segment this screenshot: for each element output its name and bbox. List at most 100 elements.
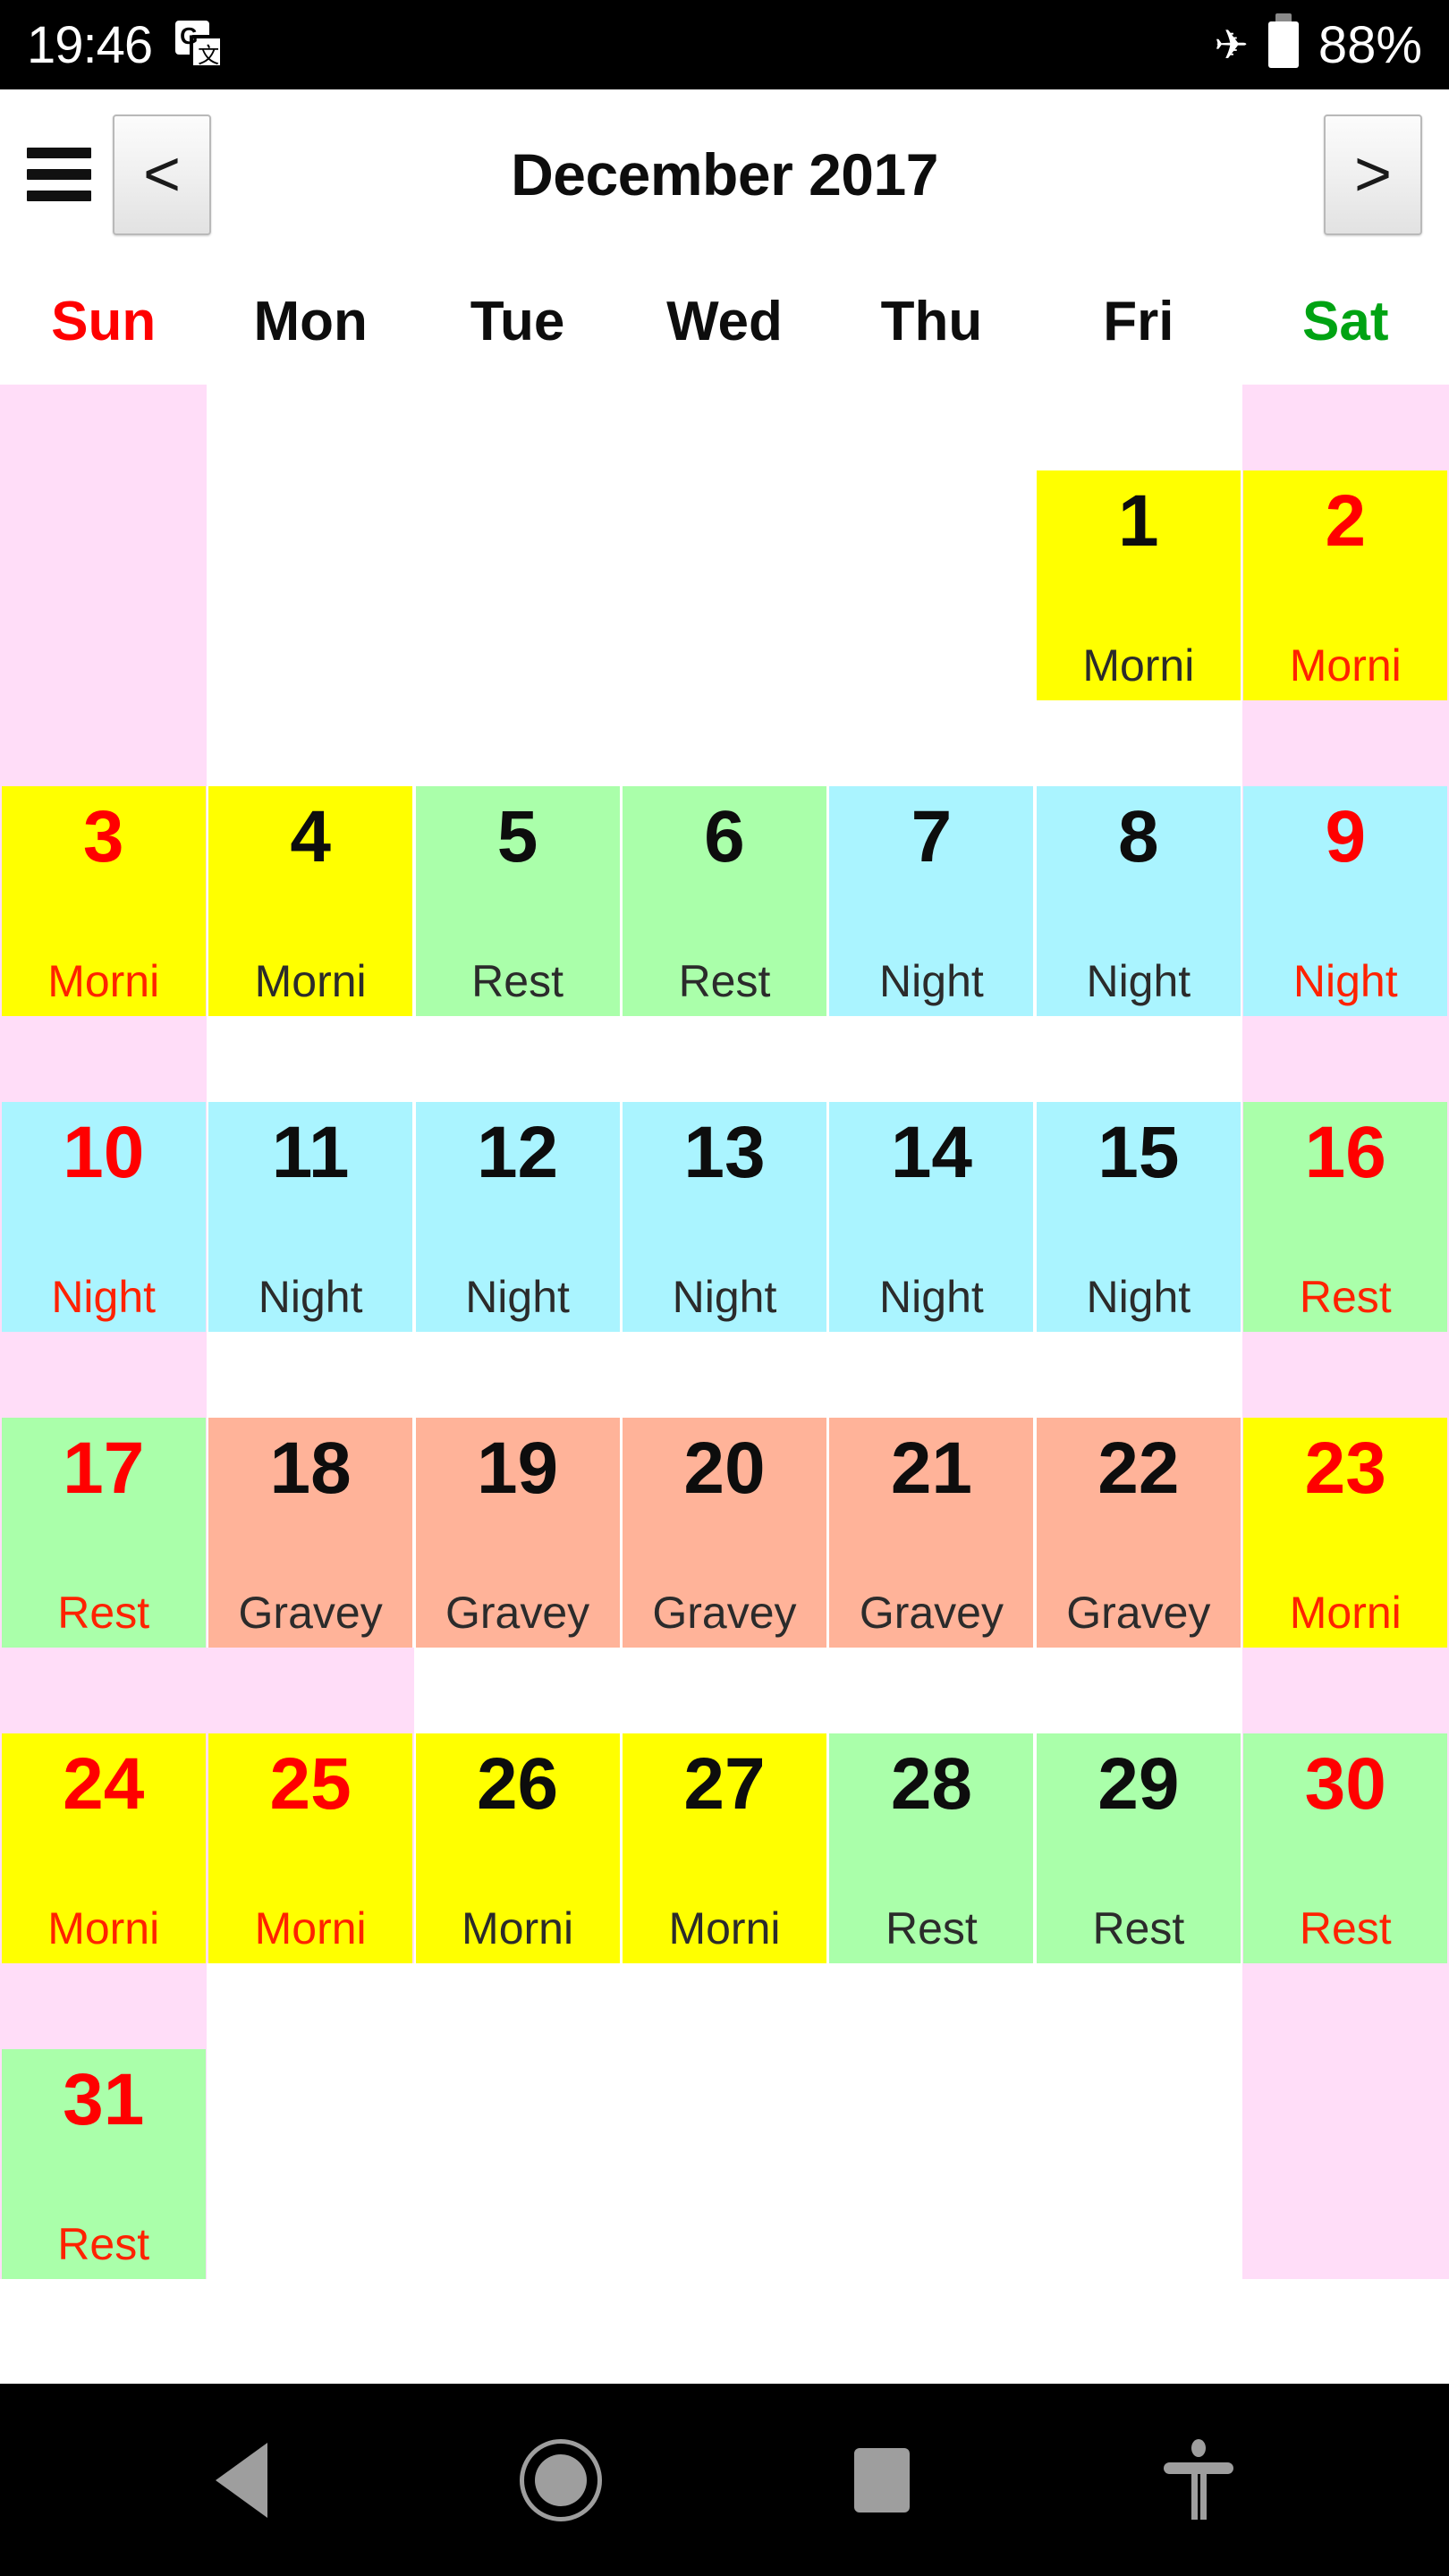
weekday-header-sat: Sat [1302, 291, 1389, 352]
calendar-grid: 1 Morni 2 Morni 3 Morni 4 Morni 5 Rest 6 Rest 7 Night… [0, 385, 1449, 2279]
day-shift-box: 5 Rest [415, 786, 620, 1016]
calendar-day-cell[interactable]: 8 Night [1035, 700, 1241, 1016]
status-bar-right-group: ✈ 88% [1214, 13, 1422, 75]
day-shift-box: 28 Rest [829, 1733, 1034, 1963]
hamburger-menu-icon[interactable] [27, 148, 91, 201]
calendar-day-cell[interactable]: 16 Rest [1241, 1016, 1449, 1332]
day-shift-label: Rest [1299, 1903, 1392, 1953]
day-number: 2 [1325, 480, 1367, 562]
back-triangle-icon[interactable] [216, 2442, 267, 2518]
day-number: 29 [1097, 1743, 1180, 1825]
calendar-day-cell[interactable]: 27 Morni [621, 1648, 827, 1963]
recents-square-icon[interactable] [854, 2447, 910, 2512]
calendar-day-cell[interactable]: 3 Morni [0, 700, 208, 1016]
day-shift-label: Morni [47, 956, 160, 1006]
airplane-mode-icon: ✈ [1214, 21, 1249, 68]
calendar-blank-cell [621, 385, 827, 700]
day-shift-label: Morni [1289, 1588, 1402, 1638]
weekday-header-thu: Thu [880, 291, 983, 352]
calendar-day-cell[interactable]: 13 Night [621, 1016, 827, 1332]
calendar-blank-cell [828, 385, 1035, 700]
day-shift-box: 10 Night [1, 1102, 206, 1332]
calendar-day-cell[interactable]: 12 Night [414, 1016, 621, 1332]
calendar-day-cell[interactable]: 22 Gravey [1035, 1332, 1241, 1648]
calendar-day-cell[interactable]: 18 Gravey [207, 1332, 413, 1648]
day-shift-label: Night [672, 1272, 777, 1322]
day-shift-box: 30 Rest [1243, 1733, 1448, 1963]
prev-month-button[interactable]: < [113, 114, 211, 235]
next-month-button[interactable]: > [1324, 114, 1422, 235]
calendar-day-cell[interactable]: 24 Morni [0, 1648, 208, 1963]
day-shift-box: 8 Night [1036, 786, 1241, 1016]
day-shift-box: 24 Morni [1, 1733, 206, 1963]
status-clock: 19:46 [27, 15, 153, 74]
day-number: 30 [1304, 1743, 1386, 1825]
day-number: 21 [890, 1428, 973, 1509]
day-number: 9 [1325, 796, 1367, 877]
day-number: 12 [476, 1112, 559, 1193]
calendar-day-cell[interactable]: 1 Morni [1035, 385, 1241, 700]
day-shift-box: 29 Rest [1036, 1733, 1241, 1963]
calendar-day-cell[interactable]: 4 Morni [207, 700, 413, 1016]
day-shift-box: 12 Night [415, 1102, 620, 1332]
day-number: 15 [1097, 1112, 1180, 1193]
day-shift-box: 14 Night [829, 1102, 1034, 1332]
day-number: 19 [476, 1428, 559, 1509]
day-shift-label: Rest [886, 1903, 978, 1953]
day-number: 25 [269, 1743, 352, 1825]
day-shift-label: Morni [462, 1903, 574, 1953]
day-shift-box: 6 Rest [622, 786, 826, 1016]
weekday-header-tue: Tue [470, 291, 565, 352]
calendar-day-cell[interactable]: 6 Rest [621, 700, 827, 1016]
calendar-day-cell[interactable]: 28 Rest [828, 1648, 1035, 1963]
calendar-blank-cell [207, 1963, 413, 2279]
calendar-day-cell[interactable]: 25 Morni [207, 1648, 414, 1963]
day-shift-label: Rest [1299, 1272, 1392, 1322]
home-circle-icon[interactable] [520, 2438, 602, 2521]
day-number: 16 [1304, 1112, 1386, 1193]
accessibility-person-icon[interactable] [1162, 2438, 1233, 2521]
day-shift-box: 11 Night [208, 1102, 413, 1332]
day-shift-label: Night [51, 1272, 157, 1322]
day-shift-label: Morni [254, 956, 367, 1006]
day-number: 10 [63, 1112, 145, 1193]
day-number: 28 [890, 1743, 973, 1825]
calendar-day-cell[interactable]: 30 Rest [1241, 1648, 1449, 1963]
calendar-day-cell[interactable]: 5 Rest [414, 700, 621, 1016]
day-shift-label: Morni [254, 1903, 367, 1953]
day-number: 31 [63, 2059, 145, 2140]
calendar-day-cell[interactable]: 17 Rest [0, 1332, 208, 1648]
calendar-day-cell[interactable]: 29 Rest [1035, 1648, 1241, 1963]
day-number: 27 [683, 1743, 766, 1825]
calendar-blank-cell [1241, 1963, 1449, 2279]
calendar-day-cell[interactable]: 20 Gravey [621, 1332, 827, 1648]
day-shift-box: 1 Morni [1036, 470, 1241, 700]
calendar-day-cell[interactable]: 10 Night [0, 1016, 208, 1332]
calendar-day-cell[interactable]: 14 Night [828, 1016, 1035, 1332]
calendar-blank-cell [828, 1963, 1035, 2279]
day-shift-label: Rest [471, 956, 564, 1006]
day-shift-box: 2 Morni [1243, 470, 1448, 700]
calendar-blank-cell [414, 1963, 621, 2279]
calendar-day-cell[interactable]: 15 Night [1035, 1016, 1241, 1332]
calendar-day-cell[interactable]: 2 Morni [1241, 385, 1449, 700]
day-number: 1 [1118, 480, 1159, 562]
calendar-day-cell[interactable]: 31 Rest [0, 1963, 208, 2279]
day-number: 18 [269, 1428, 352, 1509]
day-number: 6 [704, 796, 745, 877]
calendar-day-cell[interactable]: 19 Gravey [414, 1332, 621, 1648]
calendar-day-cell[interactable]: 23 Morni [1241, 1332, 1449, 1648]
weekday-header-sun: Sun [51, 291, 157, 352]
android-navigation-bar [0, 2384, 1449, 2576]
day-number: 13 [683, 1112, 766, 1193]
calendar-day-cell[interactable]: 11 Night [207, 1016, 413, 1332]
day-shift-box: 26 Morni [415, 1733, 620, 1963]
calendar-day-cell[interactable]: 7 Night [828, 700, 1035, 1016]
calendar-day-cell[interactable]: 9 Night [1241, 700, 1449, 1016]
calendar-day-cell[interactable]: 21 Gravey [828, 1332, 1035, 1648]
calendar-day-cell[interactable]: 26 Morni [414, 1648, 621, 1963]
day-shift-label: Morni [1289, 640, 1402, 691]
day-shift-label: Gravey [859, 1588, 1004, 1638]
day-shift-label: Morni [1082, 640, 1195, 691]
day-shift-label: Gravey [238, 1588, 383, 1638]
